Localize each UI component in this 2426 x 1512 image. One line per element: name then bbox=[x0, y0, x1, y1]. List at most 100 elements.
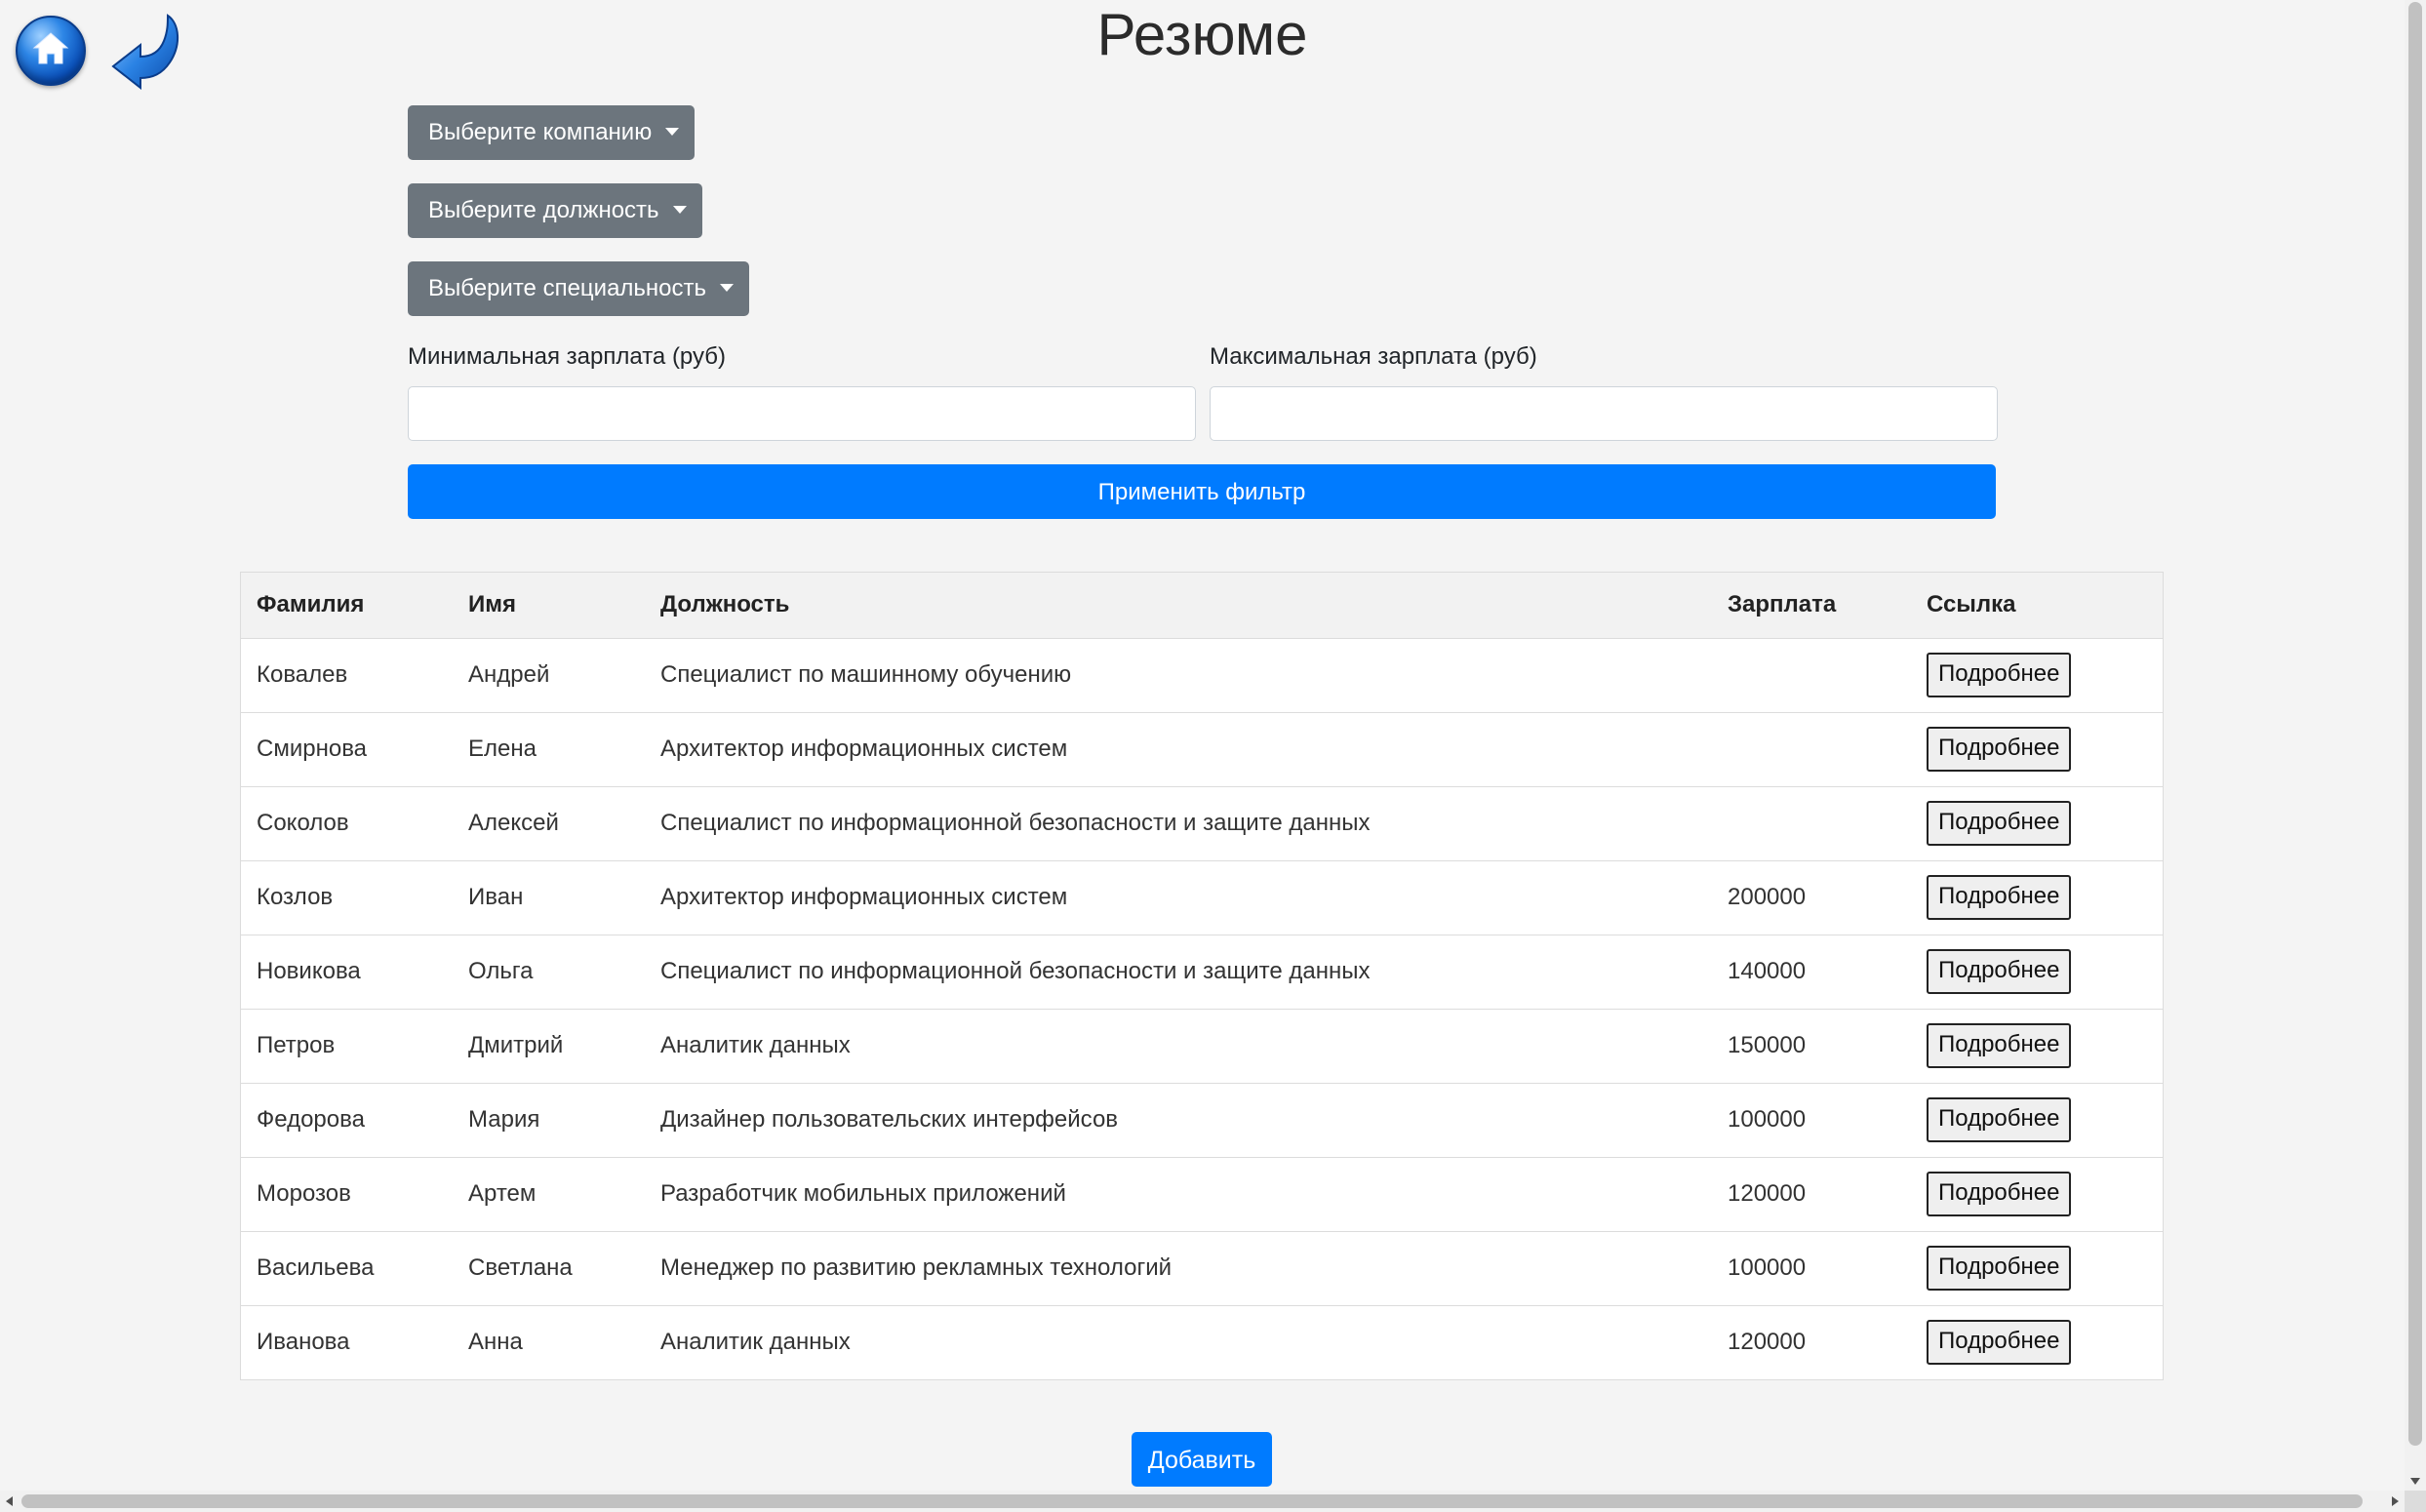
specialty-dropdown[interactable]: Выберите специальность bbox=[408, 261, 749, 316]
cell-position: Архитектор информационных систем bbox=[660, 884, 1068, 910]
details-button[interactable]: Подробнее bbox=[1927, 949, 2072, 994]
cell-surname: Васильева bbox=[257, 1254, 375, 1281]
horizontal-scrollbar[interactable] bbox=[0, 1491, 2405, 1512]
cell-position: Разработчик мобильных приложений bbox=[660, 1180, 1066, 1207]
details-button[interactable]: Подробнее bbox=[1927, 801, 2072, 846]
cell-surname: Новикова bbox=[257, 958, 361, 984]
cell-name: Елена bbox=[468, 736, 537, 762]
specialty-dropdown-label: Выберите специальность bbox=[428, 275, 707, 301]
cell-surname: Иванова bbox=[257, 1329, 350, 1356]
cell-salary bbox=[1712, 786, 1911, 860]
apply-filter-button[interactable]: Применить фильтр bbox=[408, 464, 1996, 519]
table-row: Федорова Мария Дизайнер пользовательских… bbox=[241, 1083, 2163, 1157]
cell-name: Иван bbox=[468, 884, 524, 910]
column-header-link: Ссылка bbox=[1927, 591, 2016, 618]
column-header-surname: Фамилия bbox=[257, 591, 365, 618]
cell-surname: Соколов bbox=[257, 810, 349, 836]
company-dropdown[interactable]: Выберите компанию bbox=[408, 105, 695, 160]
cell-name: Мария bbox=[468, 1106, 540, 1133]
cell-link: Подробнее bbox=[1911, 860, 2163, 935]
details-button[interactable]: Подробнее bbox=[1927, 1246, 2072, 1291]
cell-surname: Ковалев bbox=[257, 661, 348, 688]
cell-link: Подробнее bbox=[1911, 1009, 2163, 1083]
vertical-scrollbar-thumb[interactable] bbox=[2408, 2, 2422, 1446]
table-row: Козлов Иван Архитектор информационных си… bbox=[241, 860, 2163, 935]
details-button[interactable]: Подробнее bbox=[1927, 1023, 2072, 1068]
cell-position: Специалист по информационной безопасност… bbox=[660, 810, 1371, 836]
table-row: Соколов Алексей Специалист по информацио… bbox=[241, 786, 2163, 860]
cell-salary: 120000 bbox=[1728, 1329, 1807, 1356]
add-button[interactable]: Добавить bbox=[1132, 1432, 1272, 1487]
cell-position: Дизайнер пользовательских интерфейсов bbox=[660, 1106, 1119, 1133]
scroll-right-arrow-icon[interactable] bbox=[2392, 1496, 2399, 1506]
cell-name: Андрей bbox=[468, 661, 550, 688]
cell-link: Подробнее bbox=[1911, 1305, 2163, 1379]
table-header-row: Фамилия Имя Должность Зарплата Ссылка bbox=[241, 573, 2163, 638]
cell-salary: 150000 bbox=[1728, 1032, 1807, 1058]
cell-link: Подробнее bbox=[1911, 1083, 2163, 1157]
scrollbar-corner bbox=[2405, 1491, 2426, 1512]
column-header-salary: Зарплата bbox=[1728, 591, 1837, 618]
cell-name: Алексей bbox=[468, 810, 559, 836]
cell-link: Подробнее bbox=[1911, 786, 2163, 860]
column-header-name: Имя bbox=[468, 591, 517, 618]
caret-down-icon bbox=[720, 284, 735, 292]
details-button[interactable]: Подробнее bbox=[1927, 875, 2072, 920]
cell-position: Специалист по информационной безопасност… bbox=[660, 958, 1371, 984]
position-dropdown-label: Выберите должность bbox=[428, 197, 659, 223]
cell-name: Дмитрий bbox=[468, 1032, 564, 1058]
cell-salary: 200000 bbox=[1728, 884, 1807, 910]
max-salary-input[interactable] bbox=[1210, 386, 1998, 441]
cell-name: Ольга bbox=[468, 958, 534, 984]
table-row: Петров Дмитрий Аналитик данных 150000 По… bbox=[241, 1009, 2163, 1083]
cell-position: Аналитик данных bbox=[660, 1032, 851, 1058]
caret-down-icon bbox=[672, 206, 687, 214]
cell-salary: 120000 bbox=[1728, 1180, 1807, 1207]
cell-surname: Козлов bbox=[257, 884, 334, 910]
cell-surname: Морозов bbox=[257, 1180, 351, 1207]
cell-name: Анна bbox=[468, 1329, 523, 1356]
cell-salary bbox=[1712, 638, 1911, 712]
cell-surname: Федорова bbox=[257, 1106, 365, 1133]
table-row: Ковалев Андрей Специалист по машинному о… bbox=[241, 638, 2163, 712]
cell-name: Артем bbox=[468, 1180, 537, 1207]
min-salary-label: Минимальная зарплата (руб) bbox=[408, 343, 727, 370]
details-button[interactable]: Подробнее bbox=[1927, 1320, 2072, 1366]
table-row: Васильева Светлана Менеджер по развитию … bbox=[241, 1231, 2163, 1305]
cell-position: Менеджер по развитию рекламных технологи… bbox=[660, 1254, 1173, 1281]
min-salary-input[interactable] bbox=[408, 386, 1196, 441]
cell-link: Подробнее bbox=[1911, 935, 2163, 1009]
resume-table: Фамилия Имя Должность Зарплата Ссылка Ко… bbox=[240, 572, 2164, 1380]
cell-salary: 100000 bbox=[1728, 1254, 1807, 1281]
table-row: Морозов Артем Разработчик мобильных прил… bbox=[241, 1157, 2163, 1231]
details-button[interactable]: Подробнее bbox=[1927, 653, 2072, 697]
cell-link: Подробнее bbox=[1911, 1157, 2163, 1231]
vertical-scrollbar[interactable] bbox=[2405, 0, 2426, 1491]
cell-link: Подробнее bbox=[1911, 638, 2163, 712]
cell-surname: Смирнова bbox=[257, 736, 368, 762]
max-salary-label: Максимальная зарплата (руб) bbox=[1210, 343, 1537, 370]
table-row: Смирнова Елена Архитектор информационных… bbox=[241, 712, 2163, 786]
details-button[interactable]: Подробнее bbox=[1927, 727, 2072, 772]
caret-down-icon bbox=[665, 128, 680, 136]
details-button[interactable]: Подробнее bbox=[1927, 1172, 2072, 1216]
column-header-position: Должность bbox=[660, 591, 790, 618]
cell-link: Подробнее bbox=[1911, 712, 2163, 786]
table-row: Новикова Ольга Специалист по информацион… bbox=[241, 935, 2163, 1009]
company-dropdown-label: Выберите компанию bbox=[428, 119, 653, 145]
cell-name: Светлана bbox=[468, 1254, 573, 1281]
table-row: Иванова Анна Аналитик данных 120000 Подр… bbox=[241, 1305, 2163, 1379]
cell-link: Подробнее bbox=[1911, 1231, 2163, 1305]
horizontal-scrollbar-thumb[interactable] bbox=[21, 1494, 2363, 1508]
cell-position: Аналитик данных bbox=[660, 1329, 851, 1356]
cell-surname: Петров bbox=[257, 1032, 336, 1058]
cell-position: Специалист по машинному обучению bbox=[660, 661, 1072, 688]
scroll-left-arrow-icon[interactable] bbox=[6, 1496, 13, 1506]
cell-position: Архитектор информационных систем bbox=[660, 736, 1068, 762]
scroll-down-arrow-icon[interactable] bbox=[2410, 1478, 2420, 1485]
position-dropdown[interactable]: Выберите должность bbox=[408, 183, 702, 238]
details-button[interactable]: Подробнее bbox=[1927, 1097, 2072, 1142]
cell-salary bbox=[1712, 712, 1911, 786]
cell-salary: 140000 bbox=[1728, 958, 1807, 984]
cell-salary: 100000 bbox=[1728, 1106, 1807, 1133]
